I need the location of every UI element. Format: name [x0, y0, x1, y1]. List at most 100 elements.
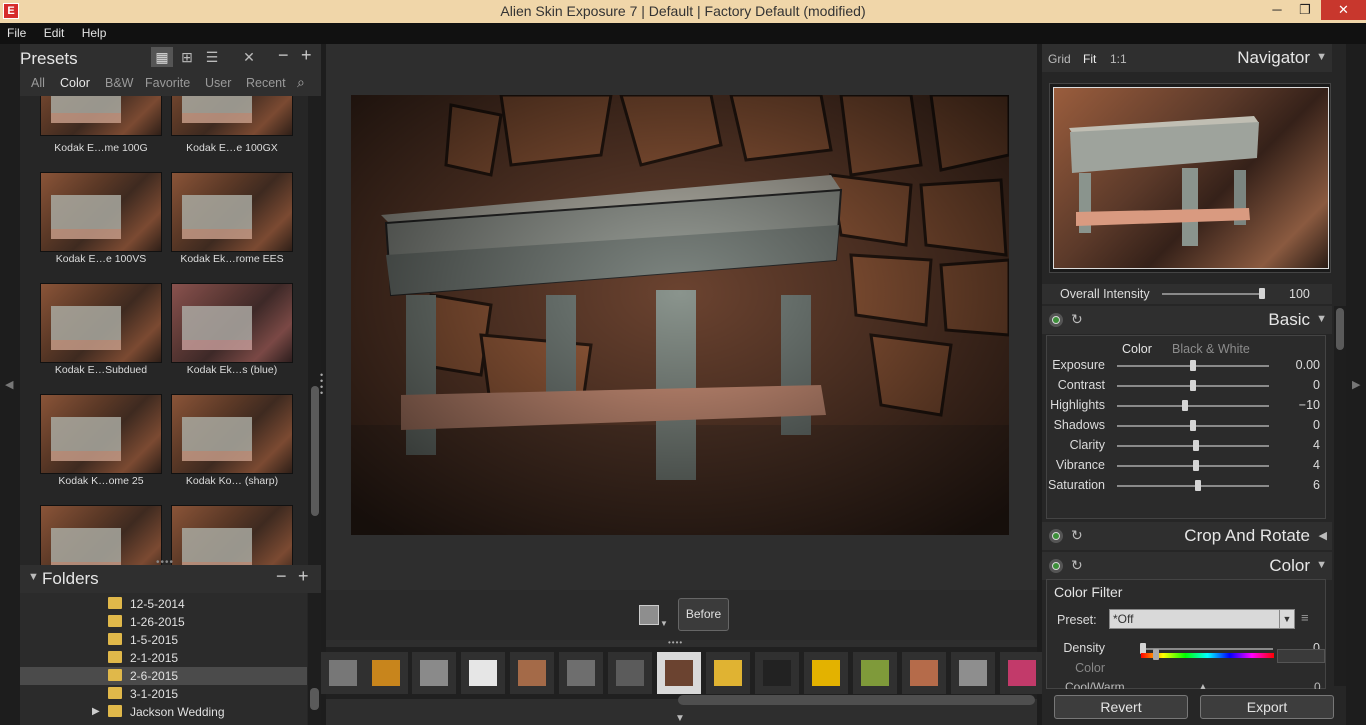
folders-scrollbar[interactable] — [308, 593, 321, 725]
folders-scroll-thumb[interactable] — [310, 688, 319, 710]
basic-collapse-icon[interactable]: ▼ — [1316, 313, 1327, 325]
revert-button[interactable]: Revert — [1054, 695, 1188, 719]
add-folder-button[interactable]: + — [298, 566, 309, 587]
overall-intensity-handle[interactable] — [1259, 288, 1265, 299]
folder-item[interactable]: 2-1-2015 — [20, 649, 307, 667]
preset-thumbnail[interactable] — [40, 96, 162, 136]
overall-intensity-track[interactable] — [1162, 293, 1262, 295]
app-icon[interactable]: E — [3, 3, 19, 19]
right-scroll-thumb[interactable] — [1336, 308, 1344, 350]
tab-color[interactable]: Color — [60, 76, 90, 90]
presets-scroll-thumb[interactable] — [311, 386, 319, 516]
close-button[interactable]: ✕ — [1321, 0, 1366, 20]
filmstrip-resize-handle[interactable]: •••• — [668, 638, 683, 647]
right-scrollbar[interactable] — [1334, 306, 1346, 686]
filmstrip-thumbnail[interactable] — [755, 652, 799, 694]
large-grid-view-icon[interactable]: ▦ — [151, 47, 173, 67]
hue-slider[interactable] — [1141, 653, 1274, 658]
basic-tab-color[interactable]: Color — [1122, 342, 1152, 356]
filmstrip-thumbnail[interactable] — [559, 652, 603, 694]
export-button[interactable]: Export — [1200, 695, 1334, 719]
swatch-dropdown-icon[interactable]: ▼ — [660, 619, 668, 628]
basic-tab-bw[interactable]: Black & White — [1172, 342, 1250, 356]
preset-thumbnail[interactable] — [40, 394, 162, 474]
folder-item[interactable]: 1-26-2015 — [20, 613, 307, 631]
density-track[interactable] — [1143, 648, 1273, 650]
folders-collapse-icon[interactable]: ▼ — [28, 571, 39, 583]
filmstrip-thumbnail[interactable] — [608, 652, 652, 694]
navigator-collapse-icon[interactable]: ▼ — [1316, 51, 1327, 63]
filmstrip-thumbnail[interactable] — [321, 652, 365, 694]
background-color-swatch[interactable] — [639, 605, 659, 625]
preset-menu-icon[interactable]: ≡ — [1301, 610, 1309, 625]
remove-folder-button[interactable]: − — [276, 566, 287, 587]
color-enable-icon[interactable] — [1049, 559, 1063, 573]
basic-enable-icon[interactable] — [1049, 313, 1063, 327]
remove-preset-button[interactable]: − — [278, 45, 289, 66]
filmstrip-scrollbar[interactable] — [678, 695, 1035, 705]
slider-handle-vibrance[interactable] — [1193, 460, 1200, 471]
folder-item[interactable]: ▶ Jackson Wedding — [20, 703, 307, 721]
slider-handle-saturation[interactable] — [1194, 480, 1201, 491]
slider-track-highlights[interactable] — [1117, 405, 1269, 407]
folder-item[interactable]: 12-5-2014 — [20, 595, 307, 613]
slider-handle-clarity[interactable] — [1193, 440, 1200, 451]
minimize-button[interactable]: ─ — [1262, 0, 1292, 20]
filmstrip-thumbnail[interactable] — [804, 652, 848, 694]
hue-handle[interactable] — [1153, 649, 1159, 660]
preset-thumbnail[interactable] — [40, 283, 162, 363]
folder-item[interactable]: 1-5-2015 — [20, 631, 307, 649]
folder-item-selected[interactable]: 2-6-2015 — [20, 667, 307, 685]
presets-scrollbar[interactable] — [308, 96, 321, 592]
slider-handle-highlights[interactable] — [1182, 400, 1189, 411]
color-collapse-icon[interactable]: ▼ — [1316, 559, 1327, 571]
basic-reset-icon[interactable]: ↻ — [1071, 311, 1083, 328]
filmstrip-thumbnail[interactable] — [853, 652, 897, 694]
filmstrip-thumbnail[interactable] — [902, 652, 946, 694]
menu-edit[interactable]: Edit — [37, 23, 72, 44]
preset-thumbnail[interactable] — [171, 394, 293, 474]
filmstrip-thumbnail[interactable] — [412, 652, 456, 694]
search-icon[interactable]: ⌕ — [297, 74, 305, 91]
filmstrip-thumbnail[interactable] — [510, 652, 554, 694]
menu-file[interactable]: File — [0, 23, 33, 44]
add-preset-button[interactable]: + — [301, 45, 312, 66]
color-reset-icon[interactable]: ↻ — [1071, 557, 1083, 574]
small-grid-view-icon[interactable]: ⊞ — [176, 47, 198, 67]
main-photo[interactable] — [351, 95, 1009, 535]
slider-handle-shadows[interactable] — [1190, 420, 1196, 431]
collapse-right-icon[interactable]: ▶ — [1352, 378, 1360, 391]
navigator-image[interactable] — [1053, 87, 1329, 269]
tab-all[interactable]: All — [31, 76, 45, 90]
slider-handle-exposure[interactable] — [1190, 360, 1196, 371]
preset-dropdown-icon[interactable]: ▼ — [1279, 609, 1295, 629]
tab-favorite[interactable]: Favorite — [145, 76, 190, 90]
maximize-button[interactable]: ❐ — [1290, 0, 1320, 20]
filmstrip-thumbnail[interactable] — [706, 652, 750, 694]
left-divider-handle[interactable]: • • • • — [320, 371, 323, 398]
filmstrip-thumbnail[interactable] — [364, 652, 408, 694]
collapse-all-icon[interactable]: ✕ — [238, 47, 260, 67]
filmstrip-thumbnail[interactable] — [951, 652, 995, 694]
filmstrip-thumbnail[interactable] — [1000, 652, 1044, 694]
zoom-grid[interactable]: Grid — [1048, 52, 1071, 66]
color-swatch[interactable] — [1277, 649, 1325, 663]
tab-recent[interactable]: Recent — [246, 76, 286, 90]
preset-thumbnail[interactable] — [171, 283, 293, 363]
collapse-left-icon[interactable]: ◀ — [5, 378, 13, 391]
crop-expand-icon[interactable]: ◀ — [1319, 529, 1327, 542]
tab-user[interactable]: User — [205, 76, 231, 90]
slider-track-saturation[interactable] — [1117, 485, 1269, 487]
collapse-filmstrip-icon[interactable]: ▼ — [675, 713, 685, 724]
zoom-fit[interactable]: Fit — [1083, 52, 1096, 66]
filmstrip-thumbnail-selected[interactable] — [657, 652, 701, 694]
tab-bw[interactable]: B&W — [105, 76, 133, 90]
preset-thumbnail[interactable] — [40, 172, 162, 252]
slider-handle-contrast[interactable] — [1190, 380, 1196, 391]
folder-item[interactable]: 3-1-2015 — [20, 685, 307, 703]
zoom-1-1[interactable]: 1:1 — [1110, 52, 1127, 66]
expand-arrow-icon[interactable]: ▶ — [92, 706, 100, 717]
preset-thumbnail[interactable] — [171, 172, 293, 252]
menu-help[interactable]: Help — [75, 23, 114, 44]
cool-warm-handle[interactable]: ▲ — [1197, 680, 1209, 689]
